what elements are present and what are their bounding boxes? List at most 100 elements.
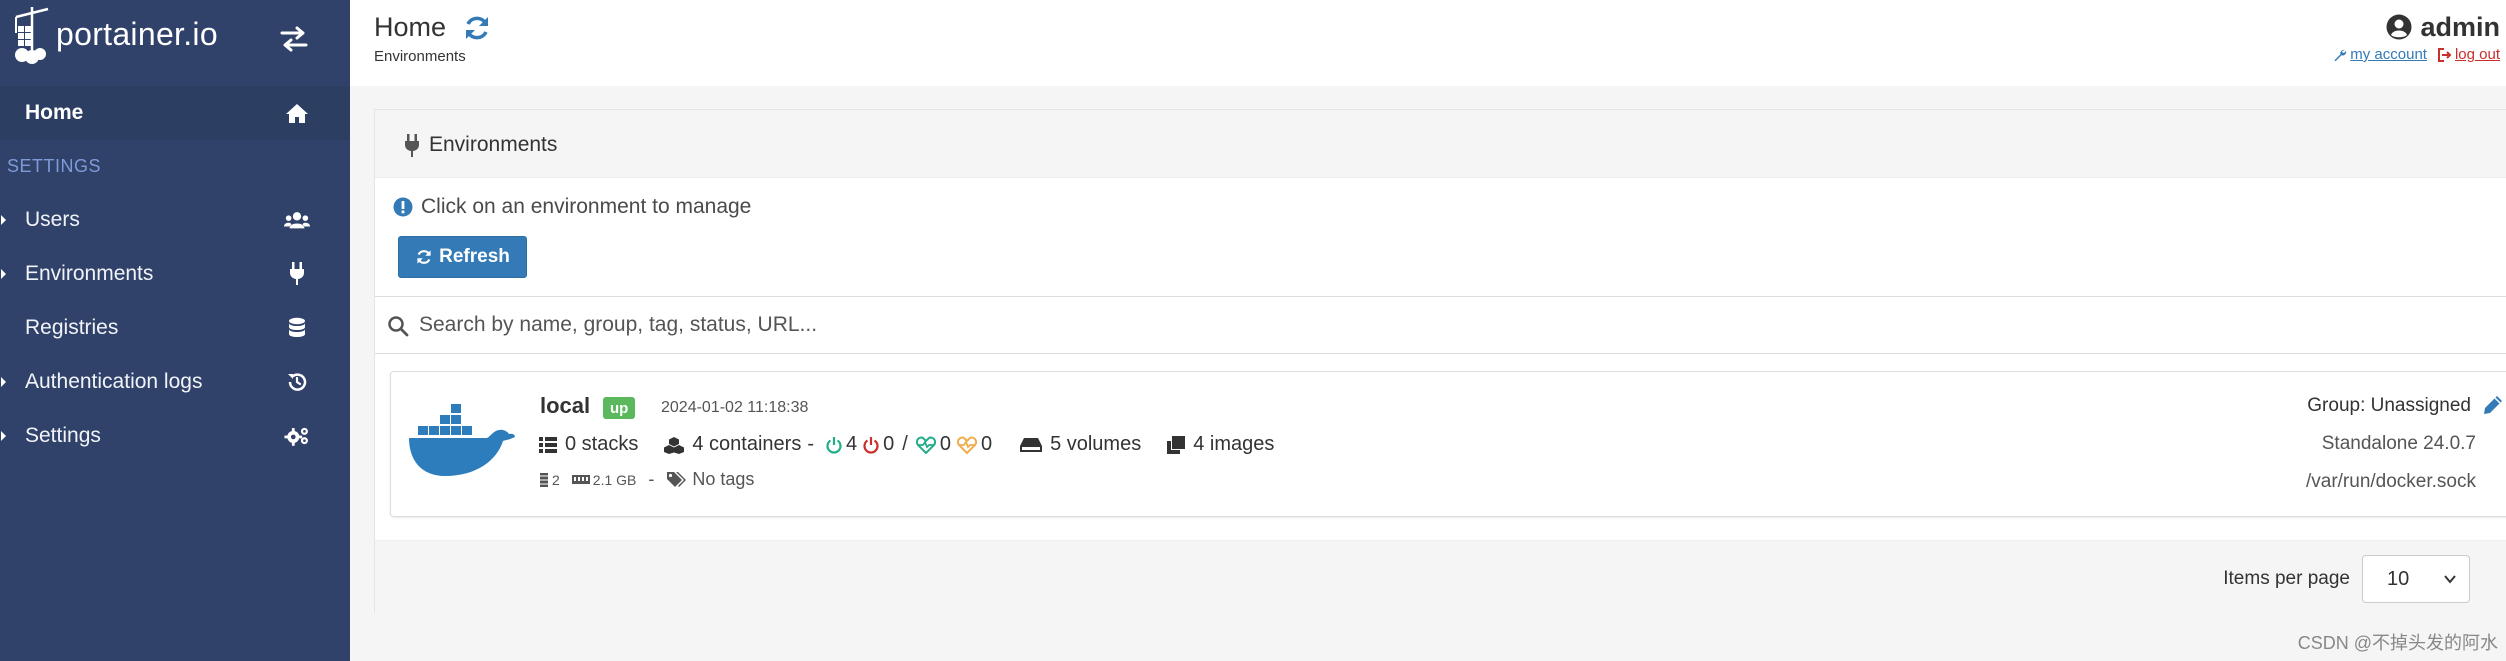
environment-meta: 2 2.1 GB - No tags	[539, 469, 754, 490]
memory-size: 2.1 GB	[592, 471, 637, 488]
volumes-stat: 5 volumes	[1020, 433, 1141, 456]
caret-icon	[1, 215, 6, 225]
tags-stat: No tags	[666, 469, 754, 490]
portainer-logo-icon	[15, 7, 49, 64]
clone-icon	[1167, 435, 1186, 454]
running-stat: 4	[826, 433, 857, 456]
containers-stat: 4 containers -	[664, 433, 820, 456]
images-count: 4 images	[1193, 433, 1275, 455]
sidebar-item-label: Settings	[25, 424, 101, 447]
caret-icon	[1, 377, 6, 387]
th-list-icon	[539, 436, 557, 453]
cubes-icon	[664, 436, 685, 454]
search-bar	[375, 296, 2506, 354]
sidebar-item-label: Environments	[25, 262, 154, 285]
sidebar-item-label: Authentication logs	[25, 370, 203, 393]
environment-group: Group: Unassigned	[2307, 395, 2471, 416]
running-count: 4	[846, 433, 858, 455]
unhealthy-count: 0	[980, 433, 993, 455]
toggle-sidebar-icon[interactable]	[278, 24, 310, 54]
power-off-icon	[826, 436, 842, 454]
volumes-count: 5 volumes	[1050, 433, 1142, 455]
items-per-page-select[interactable]: 10	[2362, 555, 2470, 603]
environment-timestamp: 2024-01-02 11:18:38	[661, 399, 809, 416]
account-links: my account log out	[2333, 46, 2500, 63]
tags-icon	[667, 471, 687, 487]
unhealthy-stat: 0	[956, 433, 993, 456]
microchip-icon	[540, 472, 548, 487]
sidebar-item-registries[interactable]: Registries	[0, 301, 350, 355]
heartbeat-icon	[915, 436, 936, 454]
environment-url: /var/run/docker.sock	[2305, 471, 2476, 492]
cpu-stat: 2	[539, 472, 560, 488]
sidebar-item-label: Registries	[25, 316, 119, 339]
sidebar-item-home[interactable]: Home	[0, 86, 350, 140]
images-stat: 4 images	[1167, 433, 1274, 456]
caret-icon	[1, 269, 6, 279]
user-circle-icon	[2386, 14, 2412, 40]
plug-icon	[284, 261, 310, 287]
database-icon	[284, 315, 310, 341]
refresh-button[interactable]: Refresh	[398, 236, 527, 278]
items-per-page-value: 10	[2387, 567, 2410, 590]
caret-icon	[1, 431, 6, 441]
sidebar-item-users[interactable]: Users	[0, 193, 350, 247]
refresh-button-label: Refresh	[439, 246, 510, 267]
my-account-label: my account	[2350, 46, 2427, 63]
page-header: Home Environments admin my account log o…	[350, 0, 2506, 86]
search-input[interactable]	[419, 305, 2419, 345]
search-icon	[388, 316, 409, 337]
stacks-count: 0 stacks	[565, 433, 639, 455]
dash-separator: -	[807, 433, 814, 455]
containers-count: 4 containers	[692, 433, 802, 455]
sidebar-item-environments[interactable]: Environments	[0, 247, 350, 301]
sidebar-item-label: Users	[25, 208, 80, 231]
wrench-icon	[2334, 49, 2347, 61]
status-badge: up	[603, 397, 636, 419]
user-menu: admin my account log out	[2186, 12, 2506, 82]
sidebar-item-settings[interactable]: Settings	[0, 409, 350, 463]
page-title: Home	[374, 12, 447, 42]
log-out-label: log out	[2454, 46, 2500, 63]
tags-value: No tags	[692, 469, 755, 489]
refresh-icon[interactable]	[462, 13, 492, 43]
breadcrumb: Environments	[374, 48, 466, 65]
watermark: CSDN @不掉头发的阿水	[2297, 633, 2498, 653]
cpu-count: 2	[552, 471, 560, 488]
environments-panel: Environments Click on an environment to …	[374, 109, 2506, 614]
pencil-edit-icon[interactable]	[2482, 394, 2504, 416]
pagination-footer: Items per page 10	[375, 540, 2506, 614]
plug-icon	[405, 134, 419, 157]
environment-stats: 0 stacks 4 containers - 4 0 / 0 0 5 volu…	[539, 433, 1300, 456]
stopped-count: 0	[883, 433, 895, 455]
users-icon	[284, 207, 310, 233]
environment-type: Standalone 24.0.7	[2321, 433, 2476, 454]
brand[interactable]: portainer.io	[0, 0, 350, 68]
healthy-count: 0	[939, 433, 951, 455]
sidebar-home-label: Home	[25, 101, 84, 124]
power-off-icon	[863, 436, 879, 454]
sidebar-item-authentication-logs[interactable]: Authentication logs	[0, 355, 350, 409]
stopped-stat: 0	[863, 433, 894, 456]
items-per-page-label: Items per page	[2223, 568, 2350, 589]
history-icon	[284, 369, 310, 395]
username: admin	[2420, 12, 2500, 42]
heartbeat-icon	[956, 436, 977, 454]
brand-name: portainer.io	[56, 15, 218, 52]
settings-section-title: SETTINGS	[7, 156, 102, 176]
panel-title: Environments	[429, 133, 558, 156]
sidebar: portainer.io Home SETTINGS Users Environ…	[0, 0, 350, 661]
hdd-icon	[1020, 437, 1043, 452]
log-out-link[interactable]: log out	[2437, 46, 2500, 63]
memory-icon	[571, 474, 590, 484]
chevron-down-icon	[2444, 575, 2456, 584]
hint-text: Click on an environment to manage	[421, 195, 752, 218]
info-circle-icon	[393, 197, 413, 217]
gears-icon	[284, 423, 310, 449]
memory-stat: 2.1 GB	[571, 471, 637, 488]
dash-separator: -	[648, 469, 655, 489]
slash-separator: /	[902, 433, 908, 455]
manage-hint: Click on an environment to manage	[393, 195, 751, 219]
environment-card[interactable]: local up 2024-01-02 11:18:38 0 stacks 4 …	[390, 371, 2506, 517]
my-account-link[interactable]: my account	[2333, 46, 2427, 63]
